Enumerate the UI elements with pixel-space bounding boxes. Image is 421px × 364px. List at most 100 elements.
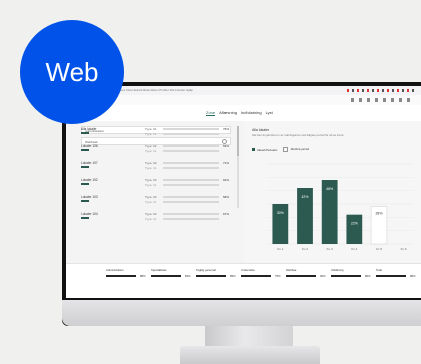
row-type: Type: 02 [145, 195, 157, 199]
summary-bar [376, 275, 406, 277]
table-row[interactable]: Lokaler 102 Type: 03 Type: 11 64% [81, 176, 241, 193]
summary-percent: 75% [275, 274, 281, 278]
row-progress [163, 213, 219, 215]
summary-item: Tagblg personal 89% [196, 268, 240, 278]
bar-chart: 30% Kv 1 42% Kv 2 48% Kv 3 22% Kv 4 28% Kv 5 Kv 6 [266, 163, 414, 251]
row-progress-secondary [163, 218, 219, 220]
row-type-secondary: Type: 11 [145, 149, 157, 153]
monitor-chin [62, 300, 421, 326]
tab-aflaesning[interactable]: Aflæsning [219, 110, 237, 116]
row-type-secondary: Type: 11 [145, 200, 157, 204]
x-tick-label: Kv 5 [376, 247, 382, 251]
summary-label: Total [376, 268, 382, 272]
row-percent: 67% [223, 212, 230, 216]
chart-bar [346, 214, 363, 244]
legend-item-current[interactable]: Aktuell Perioden [252, 148, 277, 152]
row-type: Type: 01 [145, 127, 157, 131]
chart-data-label: 22% [351, 222, 358, 226]
chart-data-label: 42% [301, 195, 308, 199]
row-type: Type: 02 [145, 161, 157, 165]
summary-percent: 89% [230, 274, 236, 278]
x-tick-label: Kv 2 [302, 247, 308, 251]
row-percent: 58% [223, 195, 230, 199]
row-progress [163, 128, 219, 130]
row-type-secondary: Type: 11 [145, 217, 157, 221]
summary-bar [151, 275, 181, 277]
chart-data-label: 30% [277, 211, 284, 215]
summary-percent: 92% [320, 274, 326, 278]
row-marker [81, 149, 89, 151]
summary-item: Administration 88% [106, 268, 150, 278]
status-icons [347, 89, 417, 92]
row-type-secondary: Type: 11 [145, 183, 157, 187]
row-type-secondary: Type: 11 [145, 166, 157, 170]
table-row[interactable]: Alla lokaler Type: 01 Type: 11 76% [81, 125, 241, 142]
location-list: Alla lokaler Type: 01 Type: 11 76% Lokaler 1… [81, 125, 241, 227]
summary-item: Utbildning 86% [331, 268, 375, 278]
summary-label: Utbildning [331, 268, 344, 272]
row-progress-secondary [163, 133, 219, 135]
row-type: Type: 02 [145, 212, 157, 216]
row-progress [163, 145, 219, 147]
summary-percent: 86% [365, 274, 371, 278]
summary-label: Tagblg personal [196, 268, 216, 272]
row-label: Lokaler 102 [81, 178, 98, 182]
table-row[interactable]: Lokaler 103 Type: 02 Type: 11 58% [81, 193, 241, 210]
summary-percent: 83% [185, 274, 191, 278]
row-percent: 64% [223, 178, 230, 182]
legend-label-current: Aktuell Perioden [257, 147, 278, 152]
monitor-base [180, 346, 320, 364]
row-progress [163, 196, 219, 198]
chart-title: Alla lokaler [252, 128, 270, 132]
scrollbar[interactable] [237, 126, 239, 208]
scrollbar-thumb[interactable] [237, 126, 239, 156]
summary-item: Webbsø 92% [286, 268, 330, 278]
tab-bar: Zone Aflæsning Indhöstning Lyst [206, 110, 273, 116]
chart-data-label: 28% [375, 212, 382, 216]
row-label: Lokaler 103 [81, 195, 98, 199]
summary-label: Specialklass [151, 268, 167, 272]
row-label: Lokaler 104 [81, 212, 98, 216]
row-label: Alla lokaler [81, 127, 97, 131]
table-row[interactable]: Lokaler 106 Type: 02 Type: 11 69% [81, 142, 241, 159]
summary-item: Specialklass 83% [151, 268, 195, 278]
row-marker [81, 166, 89, 168]
row-type: Type: 03 [145, 178, 157, 182]
row-label: Lokaler 107 [81, 161, 98, 165]
summary-label: Administration [106, 268, 124, 272]
row-label: Lokaler 106 [81, 144, 98, 148]
summary-bar [286, 275, 316, 277]
row-percent: 76% [223, 127, 230, 131]
summary-item: Undersöka 75% [241, 268, 285, 278]
platform-badge: Web [20, 20, 124, 124]
summary-label: Undersöka [241, 268, 255, 272]
x-tick-label: Kv 3 [327, 247, 333, 251]
tab-lyst[interactable]: Lyst [266, 110, 273, 116]
badge-label: Web [45, 56, 99, 87]
legend-swatch [252, 148, 255, 152]
row-progress-secondary [163, 201, 219, 203]
row-progress-secondary [163, 184, 219, 186]
summary-bar [331, 275, 361, 277]
row-percent: 71% [223, 161, 230, 165]
row-percent: 69% [223, 144, 230, 148]
summary-percent: 88% [140, 274, 146, 278]
table-row[interactable]: Lokaler 107 Type: 02 Type: 11 71% [81, 159, 241, 176]
row-type-secondary: Type: 11 [145, 132, 157, 136]
summary-label: Webbsø [286, 268, 297, 272]
chart-data-label: 48% [326, 187, 333, 191]
row-type: Type: 02 [145, 144, 157, 148]
x-tick-label: Kv 4 [351, 247, 357, 251]
row-marker [81, 132, 89, 134]
tab-zone[interactable]: Zone [206, 110, 216, 116]
x-tick-label: Kv 1 [277, 247, 283, 251]
summary-bar [196, 275, 226, 277]
row-marker [81, 200, 89, 202]
chart-bar [272, 204, 289, 244]
row-progress-secondary [163, 150, 219, 152]
browser-controls[interactable] [351, 98, 411, 102]
tab-indhostning[interactable]: Indhöstning [241, 110, 262, 116]
table-row[interactable]: Lokaler 104 Type: 02 Type: 11 67% [81, 210, 241, 227]
legend-label-compare: Jämföra period [290, 147, 310, 152]
summary-bar [106, 275, 136, 277]
